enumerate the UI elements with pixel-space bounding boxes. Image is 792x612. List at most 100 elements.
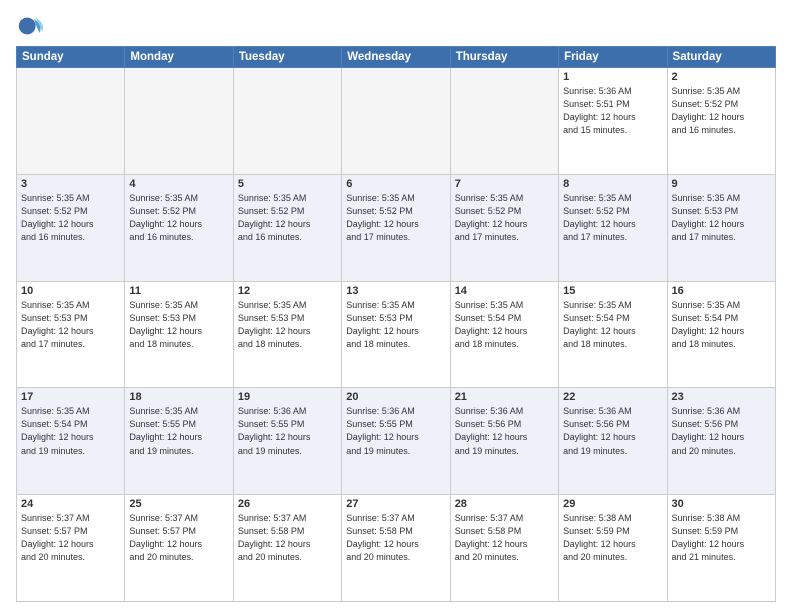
day-number: 28 <box>455 498 554 510</box>
calendar-cell: 21Sunrise: 5:36 AM Sunset: 5:56 PM Dayli… <box>450 388 558 495</box>
day-number: 23 <box>672 391 771 403</box>
calendar-cell: 23 Sunrise: 5:36 AM Sunset: 5:56 PM Dayli… <box>667 388 775 495</box>
weekday-header: Tuesday <box>233 47 341 68</box>
day-number: 14 <box>455 285 554 297</box>
day-number: 10 <box>21 285 120 297</box>
day-info: Sunrise: 5:36 AM Sunset: 5:56 PM Dayligh… <box>672 405 771 457</box>
day-info: Sunrise: 5:35 AM Sunset: 5:52 PM Dayligh… <box>346 192 445 244</box>
day-info: Sunrise: 5:35 AM Sunset: 5:53 PM Dayligh… <box>238 299 337 351</box>
day-number: 19 <box>238 391 337 403</box>
calendar-cell <box>450 68 558 175</box>
day-info: Sunrise: 5:36 AM Sunset: 5:55 PM Dayligh… <box>238 405 337 457</box>
calendar-week-row: 17Sunrise: 5:35 AM Sunset: 5:54 PM Dayli… <box>17 388 776 495</box>
day-number: 11 <box>129 285 228 297</box>
calendar-cell: 11 Sunrise: 5:35 AM Sunset: 5:53 PM Dayli… <box>125 281 233 388</box>
calendar-cell: 24 Sunrise: 5:37 AM Sunset: 5:57 PM Dayli… <box>17 495 125 602</box>
calendar-cell <box>125 68 233 175</box>
day-number: 5 <box>238 178 337 190</box>
day-number: 8 <box>563 178 662 190</box>
calendar-cell: 19 Sunrise: 5:36 AM Sunset: 5:55 PM Dayli… <box>233 388 341 495</box>
day-info: Sunrise: 5:38 AM Sunset: 5:59 PM Dayligh… <box>672 512 771 564</box>
day-info: Sunrise: 5:35 AM Sunset: 5:53 PM Dayligh… <box>129 299 228 351</box>
calendar-cell: 8Sunrise: 5:35 AM Sunset: 5:52 PM Daylig… <box>559 174 667 281</box>
calendar-cell: 7 Sunrise: 5:35 AM Sunset: 5:52 PM Daylig… <box>450 174 558 281</box>
day-number: 2 <box>672 71 771 83</box>
calendar-cell: 16 Sunrise: 5:35 AM Sunset: 5:54 PM Dayli… <box>667 281 775 388</box>
calendar-week-row: 10 Sunrise: 5:35 AM Sunset: 5:53 PM Dayli… <box>17 281 776 388</box>
day-number: 29 <box>563 498 662 510</box>
day-info: Sunrise: 5:35 AM Sunset: 5:52 PM Dayligh… <box>21 192 120 244</box>
weekday-header: Saturday <box>667 47 775 68</box>
calendar-cell: 25 Sunrise: 5:37 AM Sunset: 5:57 PM Dayli… <box>125 495 233 602</box>
day-number: 7 <box>455 178 554 190</box>
calendar-cell: 1 Sunrise: 5:36 AM Sunset: 5:51 PM Daylig… <box>559 68 667 175</box>
day-number: 1 <box>563 71 662 83</box>
day-info: Sunrise: 5:37 AM Sunset: 5:58 PM Dayligh… <box>346 512 445 564</box>
calendar-cell: 3 Sunrise: 5:35 AM Sunset: 5:52 PM Daylig… <box>17 174 125 281</box>
weekday-header: Wednesday <box>342 47 450 68</box>
logo <box>16 12 48 40</box>
calendar-cell: 13Sunrise: 5:35 AM Sunset: 5:53 PM Dayli… <box>342 281 450 388</box>
calendar-cell: 5 Sunrise: 5:35 AM Sunset: 5:52 PM Daylig… <box>233 174 341 281</box>
weekday-header: Friday <box>559 47 667 68</box>
day-info: Sunrise: 5:35 AM Sunset: 5:52 PM Dayligh… <box>672 85 771 137</box>
day-number: 30 <box>672 498 771 510</box>
day-number: 20 <box>346 391 445 403</box>
calendar-cell: 14 Sunrise: 5:35 AM Sunset: 5:54 PM Dayli… <box>450 281 558 388</box>
day-number: 16 <box>672 285 771 297</box>
day-info: Sunrise: 5:37 AM Sunset: 5:57 PM Dayligh… <box>21 512 120 564</box>
day-number: 22 <box>563 391 662 403</box>
day-info: Sunrise: 5:36 AM Sunset: 5:56 PM Dayligh… <box>455 405 554 457</box>
day-number: 4 <box>129 178 228 190</box>
day-number: 12 <box>238 285 337 297</box>
calendar-cell <box>17 68 125 175</box>
calendar: SundayMondayTuesdayWednesdayThursdayFrid… <box>16 46 776 602</box>
weekday-header: Monday <box>125 47 233 68</box>
day-info: Sunrise: 5:35 AM Sunset: 5:55 PM Dayligh… <box>129 405 228 457</box>
day-info: Sunrise: 5:38 AM Sunset: 5:59 PM Dayligh… <box>563 512 662 564</box>
calendar-week-row: 24 Sunrise: 5:37 AM Sunset: 5:57 PM Dayli… <box>17 495 776 602</box>
day-info: Sunrise: 5:36 AM Sunset: 5:51 PM Dayligh… <box>563 85 662 137</box>
calendar-header-row: SundayMondayTuesdayWednesdayThursdayFrid… <box>17 47 776 68</box>
day-number: 15 <box>563 285 662 297</box>
calendar-cell: 15 Sunrise: 5:35 AM Sunset: 5:54 PM Dayli… <box>559 281 667 388</box>
page: SundayMondayTuesdayWednesdayThursdayFrid… <box>0 0 792 612</box>
calendar-week-row: 1 Sunrise: 5:36 AM Sunset: 5:51 PM Daylig… <box>17 68 776 175</box>
day-number: 24 <box>21 498 120 510</box>
day-number: 18 <box>129 391 228 403</box>
day-info: Sunrise: 5:35 AM Sunset: 5:52 PM Dayligh… <box>238 192 337 244</box>
calendar-cell <box>233 68 341 175</box>
day-number: 27 <box>346 498 445 510</box>
calendar-week-row: 3 Sunrise: 5:35 AM Sunset: 5:52 PM Daylig… <box>17 174 776 281</box>
day-info: Sunrise: 5:35 AM Sunset: 5:52 PM Dayligh… <box>129 192 228 244</box>
day-info: Sunrise: 5:35 AM Sunset: 5:53 PM Dayligh… <box>346 299 445 351</box>
calendar-cell: 26Sunrise: 5:37 AM Sunset: 5:58 PM Dayli… <box>233 495 341 602</box>
weekday-header: Sunday <box>17 47 125 68</box>
calendar-cell: 22 Sunrise: 5:36 AM Sunset: 5:56 PM Dayli… <box>559 388 667 495</box>
calendar-cell: 4 Sunrise: 5:35 AM Sunset: 5:52 PM Daylig… <box>125 174 233 281</box>
day-info: Sunrise: 5:35 AM Sunset: 5:54 PM Dayligh… <box>21 405 120 457</box>
day-info: Sunrise: 5:37 AM Sunset: 5:58 PM Dayligh… <box>455 512 554 564</box>
calendar-cell: 28 Sunrise: 5:37 AM Sunset: 5:58 PM Dayli… <box>450 495 558 602</box>
calendar-cell: 17Sunrise: 5:35 AM Sunset: 5:54 PM Dayli… <box>17 388 125 495</box>
day-number: 3 <box>21 178 120 190</box>
calendar-cell: 10 Sunrise: 5:35 AM Sunset: 5:53 PM Dayli… <box>17 281 125 388</box>
calendar-cell: 30 Sunrise: 5:38 AM Sunset: 5:59 PM Dayli… <box>667 495 775 602</box>
day-number: 26 <box>238 498 337 510</box>
day-info: Sunrise: 5:35 AM Sunset: 5:54 PM Dayligh… <box>672 299 771 351</box>
day-info: Sunrise: 5:35 AM Sunset: 5:54 PM Dayligh… <box>455 299 554 351</box>
day-number: 6 <box>346 178 445 190</box>
day-number: 25 <box>129 498 228 510</box>
day-info: Sunrise: 5:35 AM Sunset: 5:54 PM Dayligh… <box>563 299 662 351</box>
day-info: Sunrise: 5:35 AM Sunset: 5:52 PM Dayligh… <box>455 192 554 244</box>
calendar-cell: 6 Sunrise: 5:35 AM Sunset: 5:52 PM Daylig… <box>342 174 450 281</box>
day-info: Sunrise: 5:37 AM Sunset: 5:57 PM Dayligh… <box>129 512 228 564</box>
top-area <box>16 12 776 40</box>
weekday-header: Thursday <box>450 47 558 68</box>
day-info: Sunrise: 5:35 AM Sunset: 5:53 PM Dayligh… <box>672 192 771 244</box>
day-number: 9 <box>672 178 771 190</box>
calendar-cell: 20Sunrise: 5:36 AM Sunset: 5:55 PM Dayli… <box>342 388 450 495</box>
day-info: Sunrise: 5:36 AM Sunset: 5:56 PM Dayligh… <box>563 405 662 457</box>
day-info: Sunrise: 5:35 AM Sunset: 5:53 PM Dayligh… <box>21 299 120 351</box>
calendar-cell <box>342 68 450 175</box>
